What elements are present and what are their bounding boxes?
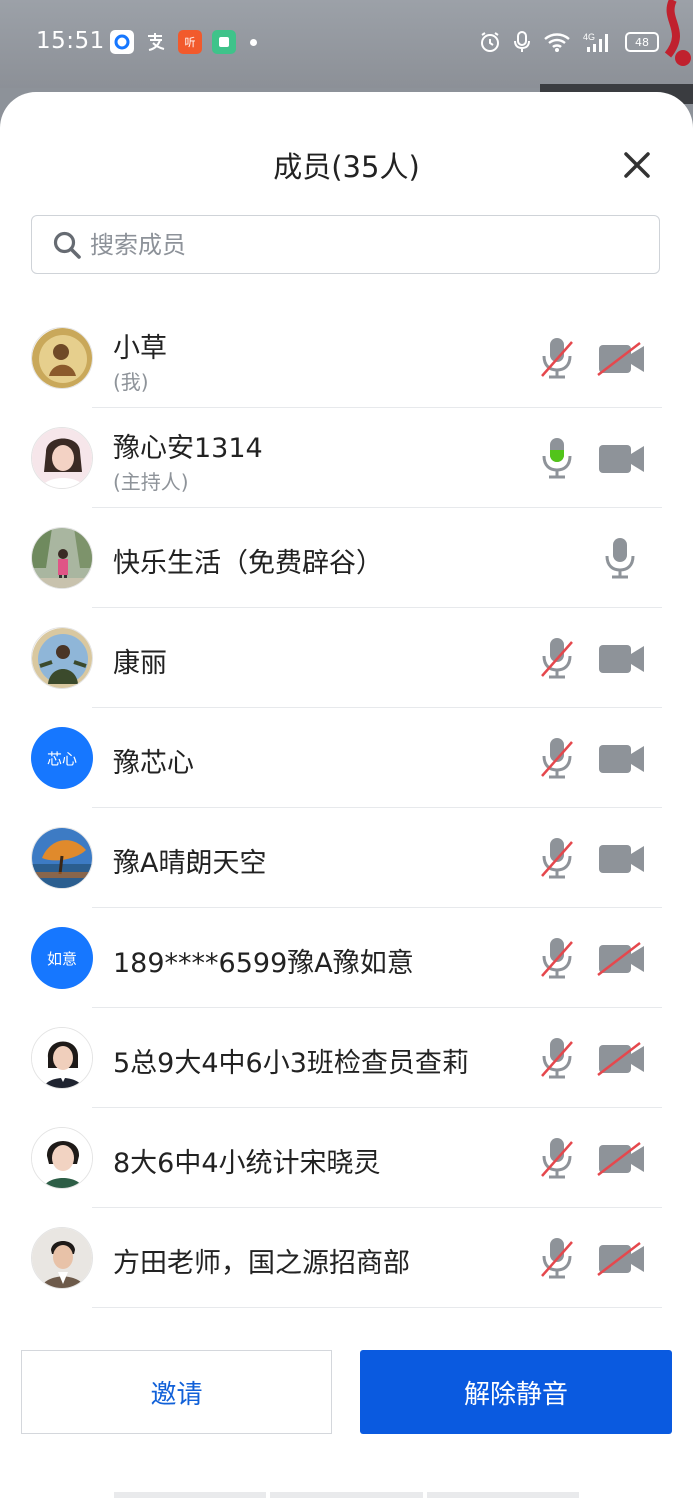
camera-off-icon[interactable] xyxy=(596,342,646,376)
camera-off-icon[interactable] xyxy=(596,942,646,976)
member-role: (主持人) xyxy=(113,470,189,494)
member-role: (我) xyxy=(113,370,149,394)
mic-muted-icon[interactable] xyxy=(538,1036,576,1080)
home-indicator xyxy=(114,1492,579,1498)
member-name: 5总9大4中6小3班检查员查莉 xyxy=(113,1048,469,1079)
mic-muted-icon[interactable] xyxy=(538,736,576,780)
member-row[interactable]: 芯心 豫芯心 xyxy=(0,708,693,808)
member-name: 189****6599豫A豫如意 xyxy=(113,948,414,979)
member-row[interactable]: 豫心安1314 (主持人) xyxy=(0,408,693,508)
home-indicator-segment xyxy=(426,1492,579,1498)
member-row[interactable]: 康丽 xyxy=(0,608,693,708)
member-name: 8大6中4小统计宋晓灵 xyxy=(113,1148,381,1179)
avatar xyxy=(31,1127,93,1189)
member-name: 豫心安1314 xyxy=(113,433,263,464)
mic-muted-icon[interactable] xyxy=(538,636,576,680)
member-name: 方田老师，国之源招商部 xyxy=(113,1248,410,1279)
alarm-icon xyxy=(481,32,499,52)
avatar xyxy=(31,327,93,389)
avatar xyxy=(31,827,93,889)
avatar: 如意 xyxy=(31,927,93,989)
member-name: 豫芯心 xyxy=(113,748,194,779)
more-notifications-icon xyxy=(250,38,257,46)
signal-4g-icon: 4G xyxy=(583,32,608,52)
divider xyxy=(92,1307,662,1308)
avatar xyxy=(31,427,93,489)
alipay-icon xyxy=(144,30,168,54)
status-bar: 15:51 听 4G 48 xyxy=(0,0,693,104)
mic-icon xyxy=(514,31,530,52)
close-icon[interactable] xyxy=(620,148,654,182)
svg-text:4G: 4G xyxy=(583,32,595,42)
member-row[interactable]: 8大6中4小统计宋晓灵 xyxy=(0,1108,693,1208)
search-icon xyxy=(53,231,81,259)
notification-icons: 听 xyxy=(110,28,257,56)
member-name: 小草 xyxy=(113,333,167,364)
member-name: 康丽 xyxy=(113,648,167,679)
camera-icon[interactable] xyxy=(596,742,646,776)
member-row[interactable]: 5总9大4中6小3班检查员查莉 xyxy=(0,1008,693,1108)
mic-muted-icon[interactable] xyxy=(538,1136,576,1180)
camera-icon[interactable] xyxy=(596,442,646,476)
mic-muted-icon[interactable] xyxy=(538,936,576,980)
action-bar: 邀请 解除静音 xyxy=(0,1350,693,1440)
avatar xyxy=(31,527,93,589)
system-icons: 4G 48 xyxy=(479,28,659,56)
wifi-icon xyxy=(544,33,570,52)
camera-off-icon[interactable] xyxy=(596,1142,646,1176)
browser-icon xyxy=(110,30,134,54)
member-row[interactable]: 快乐生活（免费辟谷） xyxy=(0,508,693,608)
mic-muted-icon[interactable] xyxy=(538,836,576,880)
member-row[interactable]: 豫A晴朗天空 xyxy=(0,808,693,908)
member-name: 快乐生活（免费辟谷） xyxy=(113,548,383,579)
camera-icon[interactable] xyxy=(596,842,646,876)
mic-active-icon[interactable] xyxy=(538,436,576,480)
unmute-button[interactable]: 解除静音 xyxy=(360,1350,672,1434)
camera-off-icon[interactable] xyxy=(596,1042,646,1076)
avatar xyxy=(31,1027,93,1089)
member-row[interactable]: 方田老师，国之源招商部 xyxy=(0,1208,693,1308)
members-panel: 成员(35人) 小草 (我) xyxy=(0,92,693,1500)
search-input[interactable] xyxy=(82,215,659,274)
home-indicator-segment xyxy=(270,1492,423,1498)
mic-muted-icon[interactable] xyxy=(538,336,576,380)
home-indicator-segment xyxy=(114,1492,267,1498)
app-icon xyxy=(212,30,236,54)
camera-off-icon[interactable] xyxy=(596,1242,646,1276)
invite-button[interactable]: 邀请 xyxy=(21,1350,332,1434)
mic-icon[interactable] xyxy=(601,536,639,580)
member-row[interactable]: 小草 (我) xyxy=(0,308,693,408)
camera-icon[interactable] xyxy=(596,642,646,676)
member-row[interactable]: 如意 189****6599豫A豫如意 xyxy=(0,908,693,1008)
member-list: 小草 (我) 豫心安1314 (主持人) 快乐生活（免费辟谷） 康丽 芯心 豫芯… xyxy=(0,308,693,1308)
status-time: 15:51 xyxy=(36,28,105,54)
search-box xyxy=(31,215,660,274)
page-title: 成员(35人) xyxy=(273,150,420,184)
mic-muted-icon[interactable] xyxy=(538,1236,576,1280)
avatar xyxy=(31,627,93,689)
decoration-icon xyxy=(664,0,691,66)
avatar: 芯心 xyxy=(31,727,93,789)
member-name: 豫A晴朗天空 xyxy=(113,848,267,879)
listen-app-icon: 听 xyxy=(178,30,202,54)
avatar xyxy=(31,1227,93,1289)
